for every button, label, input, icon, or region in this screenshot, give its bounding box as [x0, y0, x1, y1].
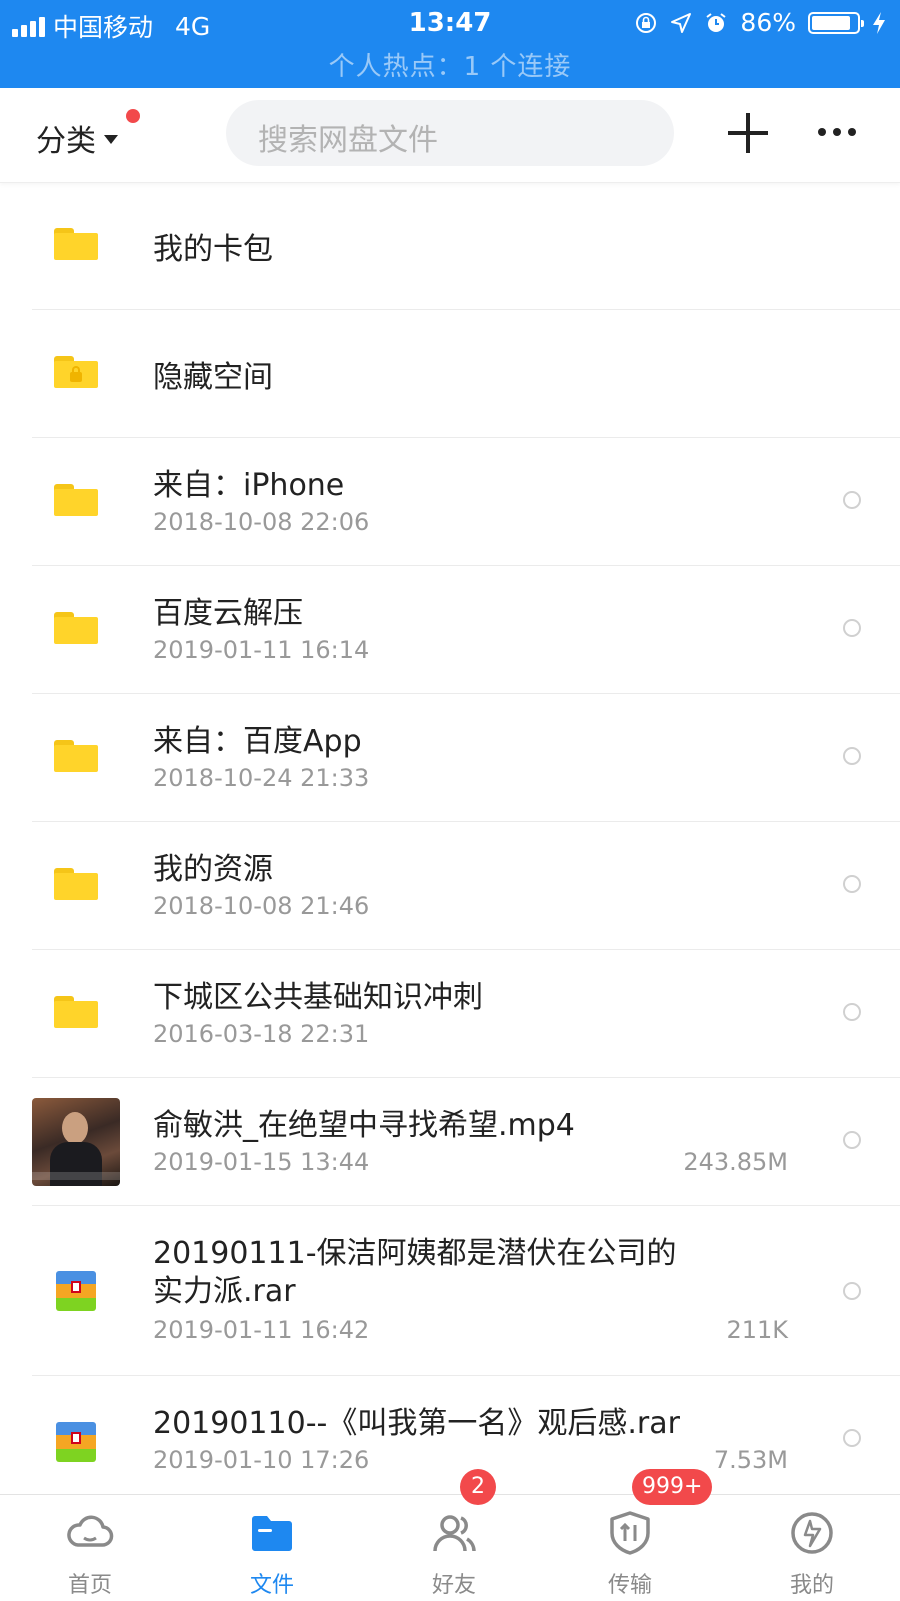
- folder-icon: [54, 612, 98, 644]
- more-icon[interactable]: [818, 128, 856, 136]
- folder-icon: [54, 740, 98, 772]
- orientation-lock-icon: [636, 12, 657, 33]
- file-date: 2019-01-11 16:14: [153, 636, 370, 664]
- nav-profile[interactable]: 我的: [752, 1495, 872, 1601]
- file-size: 243.85M: [683, 1148, 788, 1176]
- file-name: 百度云解压: [153, 596, 303, 631]
- caret-down-icon: [104, 134, 118, 144]
- cloud-icon: [67, 1515, 114, 1547]
- file-date: 2019-01-11 16:42: [153, 1316, 370, 1344]
- status-icons: 86%: [634, 8, 886, 37]
- file-size: 7.53M: [713, 1446, 788, 1474]
- list-item[interactable]: 百度云解压 2019-01-11 16:14: [0, 566, 900, 694]
- file-date: 2019-01-10 17:26: [153, 1446, 370, 1474]
- rar-archive-icon: [56, 1422, 96, 1462]
- select-radio[interactable]: [843, 1003, 861, 1021]
- select-radio[interactable]: [843, 491, 861, 509]
- folder-icon: [54, 868, 98, 900]
- file-name: 来自：iPhone: [153, 468, 345, 503]
- top-bar: 分类 搜索网盘文件: [0, 88, 900, 183]
- friends-icon: [433, 1515, 476, 1552]
- list-item[interactable]: 隐藏空间: [0, 310, 900, 438]
- battery-percent: 86%: [740, 8, 796, 37]
- nav-label: 好友: [431, 1573, 476, 1598]
- file-date: 2018-10-24 21:33: [153, 764, 370, 792]
- lock-folder-icon: [54, 356, 98, 388]
- select-radio[interactable]: [843, 747, 861, 765]
- nav-label: 传输: [607, 1573, 652, 1598]
- list-item[interactable]: 俞敏洪_在绝望中寻找希望.mp4 2019-01-15 13:44 243.85…: [0, 1078, 900, 1206]
- nav-label: 文件: [249, 1573, 294, 1598]
- file-name: 俞敏洪_在绝望中寻找希望.mp4: [153, 1108, 575, 1143]
- location-icon: [671, 12, 692, 33]
- search-input[interactable]: 搜索网盘文件: [226, 100, 674, 166]
- nav-friends[interactable]: 2 好友: [394, 1469, 514, 1601]
- nav-files[interactable]: 文件: [212, 1495, 332, 1601]
- file-date: 2018-10-08 22:06: [153, 508, 370, 536]
- select-radio[interactable]: [843, 1429, 861, 1447]
- charging-icon: [873, 11, 885, 34]
- list-item[interactable]: 20190110--《叫我第一名》观后感.rar 2019-01-10 17:2…: [0, 1376, 900, 1494]
- rar-archive-icon: [56, 1271, 96, 1311]
- folder-icon: [54, 996, 98, 1028]
- nav-transfer[interactable]: 999+ 传输: [570, 1469, 713, 1601]
- nav-label: 我的: [789, 1573, 834, 1598]
- status-bar: 中国移动 4G 13:47 86% 个人热点：1 个连接: [0, 0, 900, 88]
- select-radio[interactable]: [843, 1282, 861, 1300]
- transfer-badge: 999+: [632, 1469, 713, 1505]
- transfer-icon: [610, 1511, 650, 1555]
- file-date: 2019-01-15 13:44: [153, 1148, 370, 1176]
- profile-icon: [791, 1512, 833, 1554]
- folder-icon: [252, 1516, 292, 1551]
- list-item[interactable]: 我的资源 2018-10-08 21:46: [0, 822, 900, 950]
- category-label: 分类: [36, 124, 96, 159]
- video-thumbnail: [32, 1098, 120, 1186]
- file-name: 我的卡包: [153, 232, 273, 267]
- category-dropdown[interactable]: 分类: [36, 116, 118, 160]
- search-placeholder: 搜索网盘文件: [258, 123, 438, 158]
- file-name: 我的资源: [153, 852, 273, 887]
- nav-home[interactable]: 首页: [30, 1495, 150, 1601]
- list-item[interactable]: 20190111-保洁阿姨都是潜伏在公司的 实力派.rar 2019-01-11…: [0, 1206, 900, 1376]
- battery-level: [812, 15, 850, 30]
- file-name-line2: 实力派.rar: [153, 1274, 296, 1309]
- select-radio[interactable]: [843, 619, 861, 637]
- hotspot-banner[interactable]: 个人热点：1 个连接: [0, 46, 900, 83]
- bottom-nav: 首页 文件 2 好友 999+ 传输 我的: [0, 1469, 900, 1601]
- alarm-icon: [706, 12, 727, 32]
- list-item[interactable]: 下城区公共基础知识冲刺 2016-03-18 22:31: [0, 950, 900, 1078]
- file-date: 2018-10-08 21:46: [153, 892, 370, 920]
- folder-icon: [54, 484, 98, 516]
- list-item[interactable]: 来自：iPhone 2018-10-08 22:06: [0, 438, 900, 566]
- select-radio[interactable]: [843, 875, 861, 893]
- file-name: 下城区公共基础知识冲刺: [153, 980, 483, 1015]
- select-radio[interactable]: [843, 1131, 861, 1149]
- add-icon[interactable]: [728, 113, 768, 153]
- notification-dot: [126, 109, 140, 123]
- file-date: 2016-03-18 22:31: [153, 1020, 370, 1048]
- list-item[interactable]: 我的卡包: [0, 182, 900, 310]
- file-name: 隐藏空间: [153, 360, 273, 395]
- battery-icon: [808, 11, 864, 34]
- friends-badge: 2: [460, 1469, 496, 1505]
- file-size: 211K: [726, 1316, 788, 1344]
- file-name: 来自：百度App: [153, 724, 362, 759]
- file-name: 20190110--《叫我第一名》观后感.rar: [153, 1406, 680, 1441]
- folder-icon: [54, 228, 98, 260]
- nav-label: 首页: [67, 1573, 112, 1598]
- list-item[interactable]: 来自：百度App 2018-10-24 21:33: [0, 694, 900, 822]
